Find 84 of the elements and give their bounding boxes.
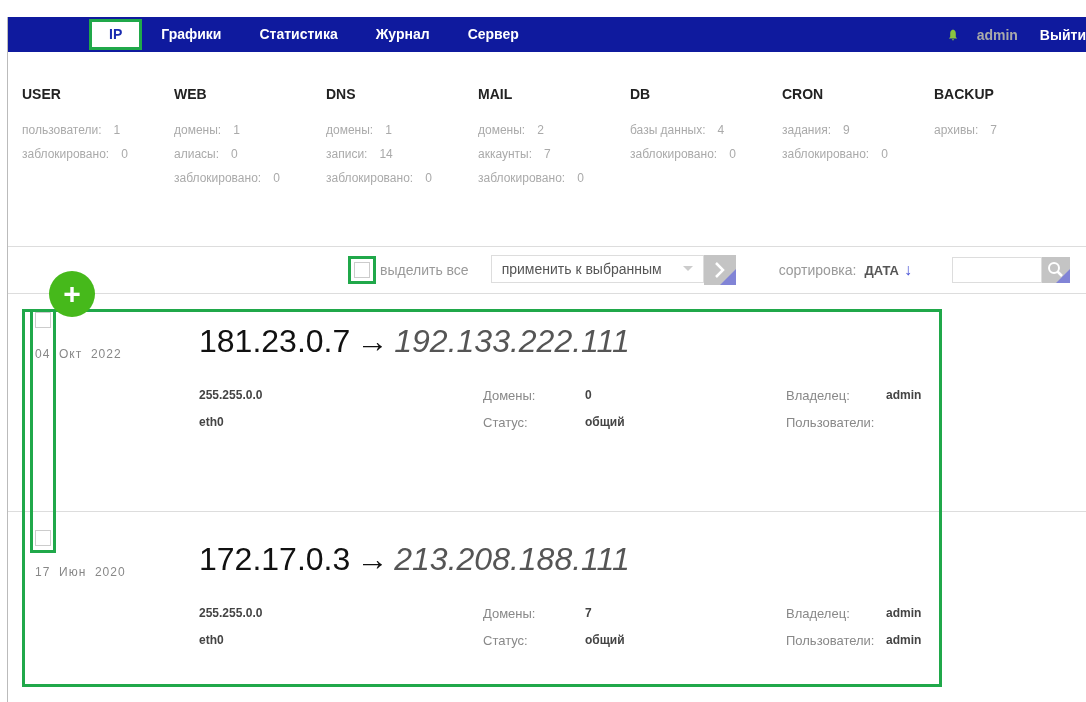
field-value: общий (585, 414, 626, 431)
nav-tab[interactable]: Сервер (448, 17, 538, 52)
sort-label: сортировка: (778, 262, 857, 278)
field-label: Владелец: (786, 605, 851, 623)
stat-value: 1 (233, 123, 240, 137)
stat-label: архивы: (934, 123, 979, 137)
field-value: admin (886, 632, 922, 649)
stat-value: 9 (843, 123, 850, 137)
caret-icon (682, 266, 693, 272)
stat-label: заблокировано: (782, 147, 870, 161)
stat-title: BACKUP (934, 86, 995, 102)
field-value: admin (886, 387, 922, 404)
bulk-action-dropdown[interactable]: применить к выбранным (490, 255, 704, 283)
stat-value: 0 (425, 171, 432, 185)
nat-address: 192.133.222.111 (394, 323, 630, 359)
stat-value: 0 (273, 171, 280, 185)
field-label: Домены: (483, 605, 537, 623)
stat-value: 7 (990, 123, 997, 137)
user-link[interactable]: admin (976, 26, 1018, 43)
stat-value: 0 (121, 147, 128, 161)
date-label: 17 Июн 2020 (35, 565, 127, 579)
field-value: общий (585, 632, 626, 649)
interface-name: eth0 (199, 414, 225, 431)
stat-value: 0 (729, 147, 736, 161)
stat-title: USER (22, 86, 62, 102)
interface-name: eth0 (199, 632, 225, 649)
field-value: admin (886, 605, 922, 622)
stat-label: домены: (478, 123, 526, 137)
stat-label: записи: (326, 147, 368, 161)
bell-icon[interactable] (947, 28, 958, 41)
arrow-glyph: → (356, 323, 389, 359)
netmask: 255.255.0.0 (199, 605, 264, 622)
date-label: 04 Окт 2022 (35, 347, 123, 361)
nav-tab[interactable]: Статистика (240, 17, 357, 52)
search-field[interactable] (951, 257, 1042, 283)
stat-label: базы данных: (630, 123, 706, 137)
field-label: Статус: (483, 632, 529, 650)
stat-value: 2 (537, 123, 544, 137)
field-value: 0 (585, 387, 593, 404)
nav-tab[interactable]: IP (91, 21, 141, 48)
field-label: Пользователи: (786, 632, 876, 650)
stat-title: DNS (326, 86, 357, 102)
field-label: Статус: (483, 414, 529, 432)
nav-tab[interactable]: Графики (142, 17, 241, 52)
stat-label: домены: (174, 123, 222, 137)
sort-direction-arrow[interactable]: ↓ (903, 261, 912, 279)
arrow-glyph: → (356, 541, 389, 577)
apply-button[interactable] (703, 255, 736, 285)
stat-title: MAIL (478, 86, 514, 102)
stat-label: заблокировано: (630, 147, 718, 161)
row-checkbox[interactable] (35, 312, 51, 328)
field-label: Владелец: (786, 387, 851, 405)
stat-value: 7 (544, 147, 551, 161)
stat-value: 1 (385, 123, 392, 137)
stat-label: домены: (326, 123, 374, 137)
stat-value: 0 (577, 171, 584, 185)
field-label: Пользователи: (786, 414, 876, 432)
stat-title: CRON (782, 86, 825, 102)
stat-label: заблокировано: (478, 171, 566, 185)
stat-label: пользователи: (22, 123, 102, 137)
stat-title: DB (630, 86, 652, 102)
nav-tab[interactable]: Журнал (356, 17, 449, 52)
stat-value: 0 (881, 147, 888, 161)
stat-label: задания: (782, 123, 831, 137)
ip-address: 172.17.0.3 (199, 541, 351, 577)
stat-label: алиасы: (174, 147, 219, 161)
stat-title: WEB (174, 86, 208, 102)
stat-label: заблокировано: (174, 171, 262, 185)
netmask: 255.255.0.0 (199, 387, 264, 404)
nat-address: 213.208.188.111 (394, 541, 630, 577)
ip-address: 181.23.0.7 (199, 323, 351, 359)
stat-value: 1 (113, 123, 121, 137)
stat-label: заблокировано: (326, 171, 414, 185)
stat-value: 0 (231, 147, 238, 161)
stat-value: 14 (379, 147, 393, 161)
stat-value: 4 (717, 123, 725, 137)
sort-link[interactable]: ДАТА (864, 262, 899, 278)
stat-label: заблокировано: (22, 147, 110, 161)
logout-link[interactable]: Выйти (1039, 26, 1086, 43)
search-icon[interactable] (1041, 257, 1070, 283)
row-checkbox[interactable] (35, 530, 51, 546)
stat-label: аккаунты: (478, 147, 533, 161)
field-value: 7 (585, 605, 593, 622)
field-label: Домены: (483, 387, 537, 405)
